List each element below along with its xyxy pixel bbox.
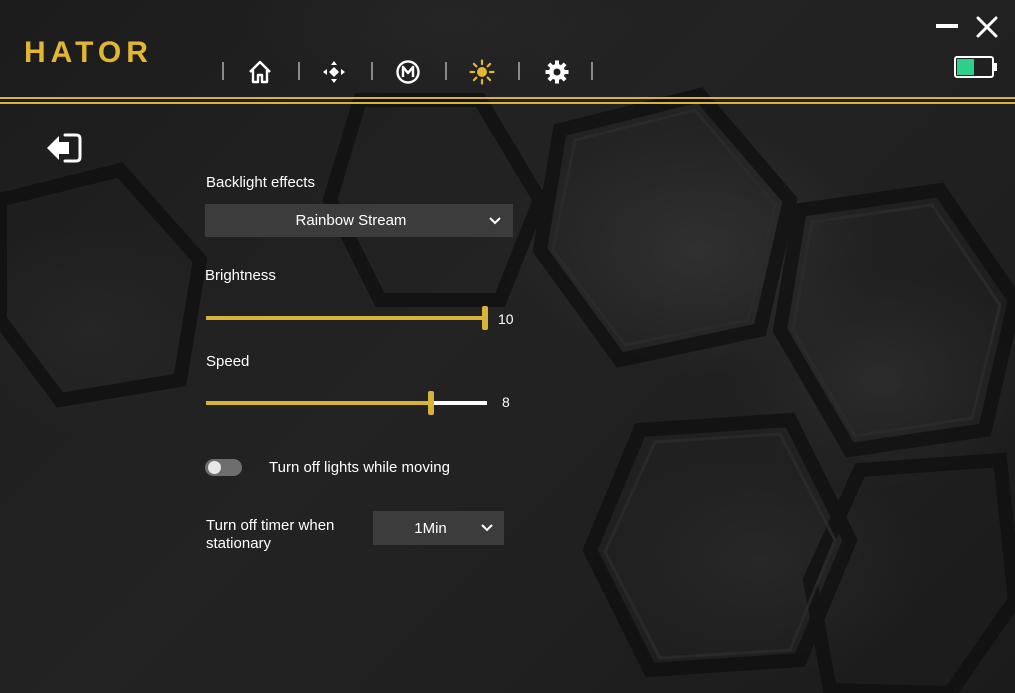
back-button[interactable]: [45, 132, 83, 164]
lights-off-while-moving-toggle[interactable]: [205, 459, 242, 476]
battery-icon: [954, 56, 997, 78]
nav-dpi-button[interactable]: [320, 58, 348, 86]
stationary-timer-select[interactable]: 1Min: [373, 511, 504, 545]
nav-lighting-button[interactable]: [468, 58, 496, 86]
dpi-icon: [323, 61, 345, 83]
speed-slider[interactable]: [206, 391, 487, 415]
close-icon: [976, 16, 998, 38]
brightness-slider[interactable]: [206, 306, 488, 330]
brightness-fill: [206, 316, 485, 320]
nav-settings-button[interactable]: [543, 58, 571, 86]
chevron-down-icon: [489, 216, 501, 224]
speed-label: Speed: [206, 353, 250, 370]
nav-separator: [591, 62, 593, 80]
home-icon: [249, 60, 271, 84]
brightness-thumb[interactable]: [482, 306, 488, 330]
nav-separator: [222, 62, 224, 80]
exit-icon: [47, 133, 82, 163]
macro-icon: [396, 60, 420, 84]
speed-value: 8: [502, 394, 510, 410]
settings-icon: [545, 60, 569, 84]
nav-separator: [298, 62, 300, 80]
minimize-button[interactable]: [936, 24, 958, 28]
lighting-icon: [469, 59, 495, 85]
backlight-effect-select[interactable]: Rainbow Stream: [205, 204, 513, 237]
timer-label-line2: stationary: [206, 535, 272, 552]
nav-macro-button[interactable]: [394, 58, 422, 86]
speed-fill: [206, 401, 431, 405]
nav-separator: [518, 62, 520, 80]
timer-label-line1: Turn off timer when: [206, 517, 335, 534]
backlight-effect-value: Rainbow Stream: [295, 212, 407, 229]
lights-off-while-moving-label: Turn off lights while moving: [269, 459, 450, 476]
header-divider: [0, 97, 1015, 104]
brightness-label: Brightness: [205, 267, 276, 284]
nav-separator: [371, 62, 373, 80]
nav-home-button[interactable]: [246, 58, 274, 86]
close-button[interactable]: [976, 16, 998, 38]
nav-separator: [445, 62, 447, 80]
brightness-value: 10: [498, 311, 514, 327]
stationary-timer-value: 1Min: [414, 519, 447, 537]
speed-thumb[interactable]: [427, 391, 434, 415]
chevron-down-icon: [481, 524, 493, 532]
backlight-effects-label: Backlight effects: [206, 174, 315, 191]
hator-logo: HATOR: [24, 36, 153, 69]
battery-indicator: [954, 56, 998, 83]
toggle-knob: [208, 461, 221, 474]
